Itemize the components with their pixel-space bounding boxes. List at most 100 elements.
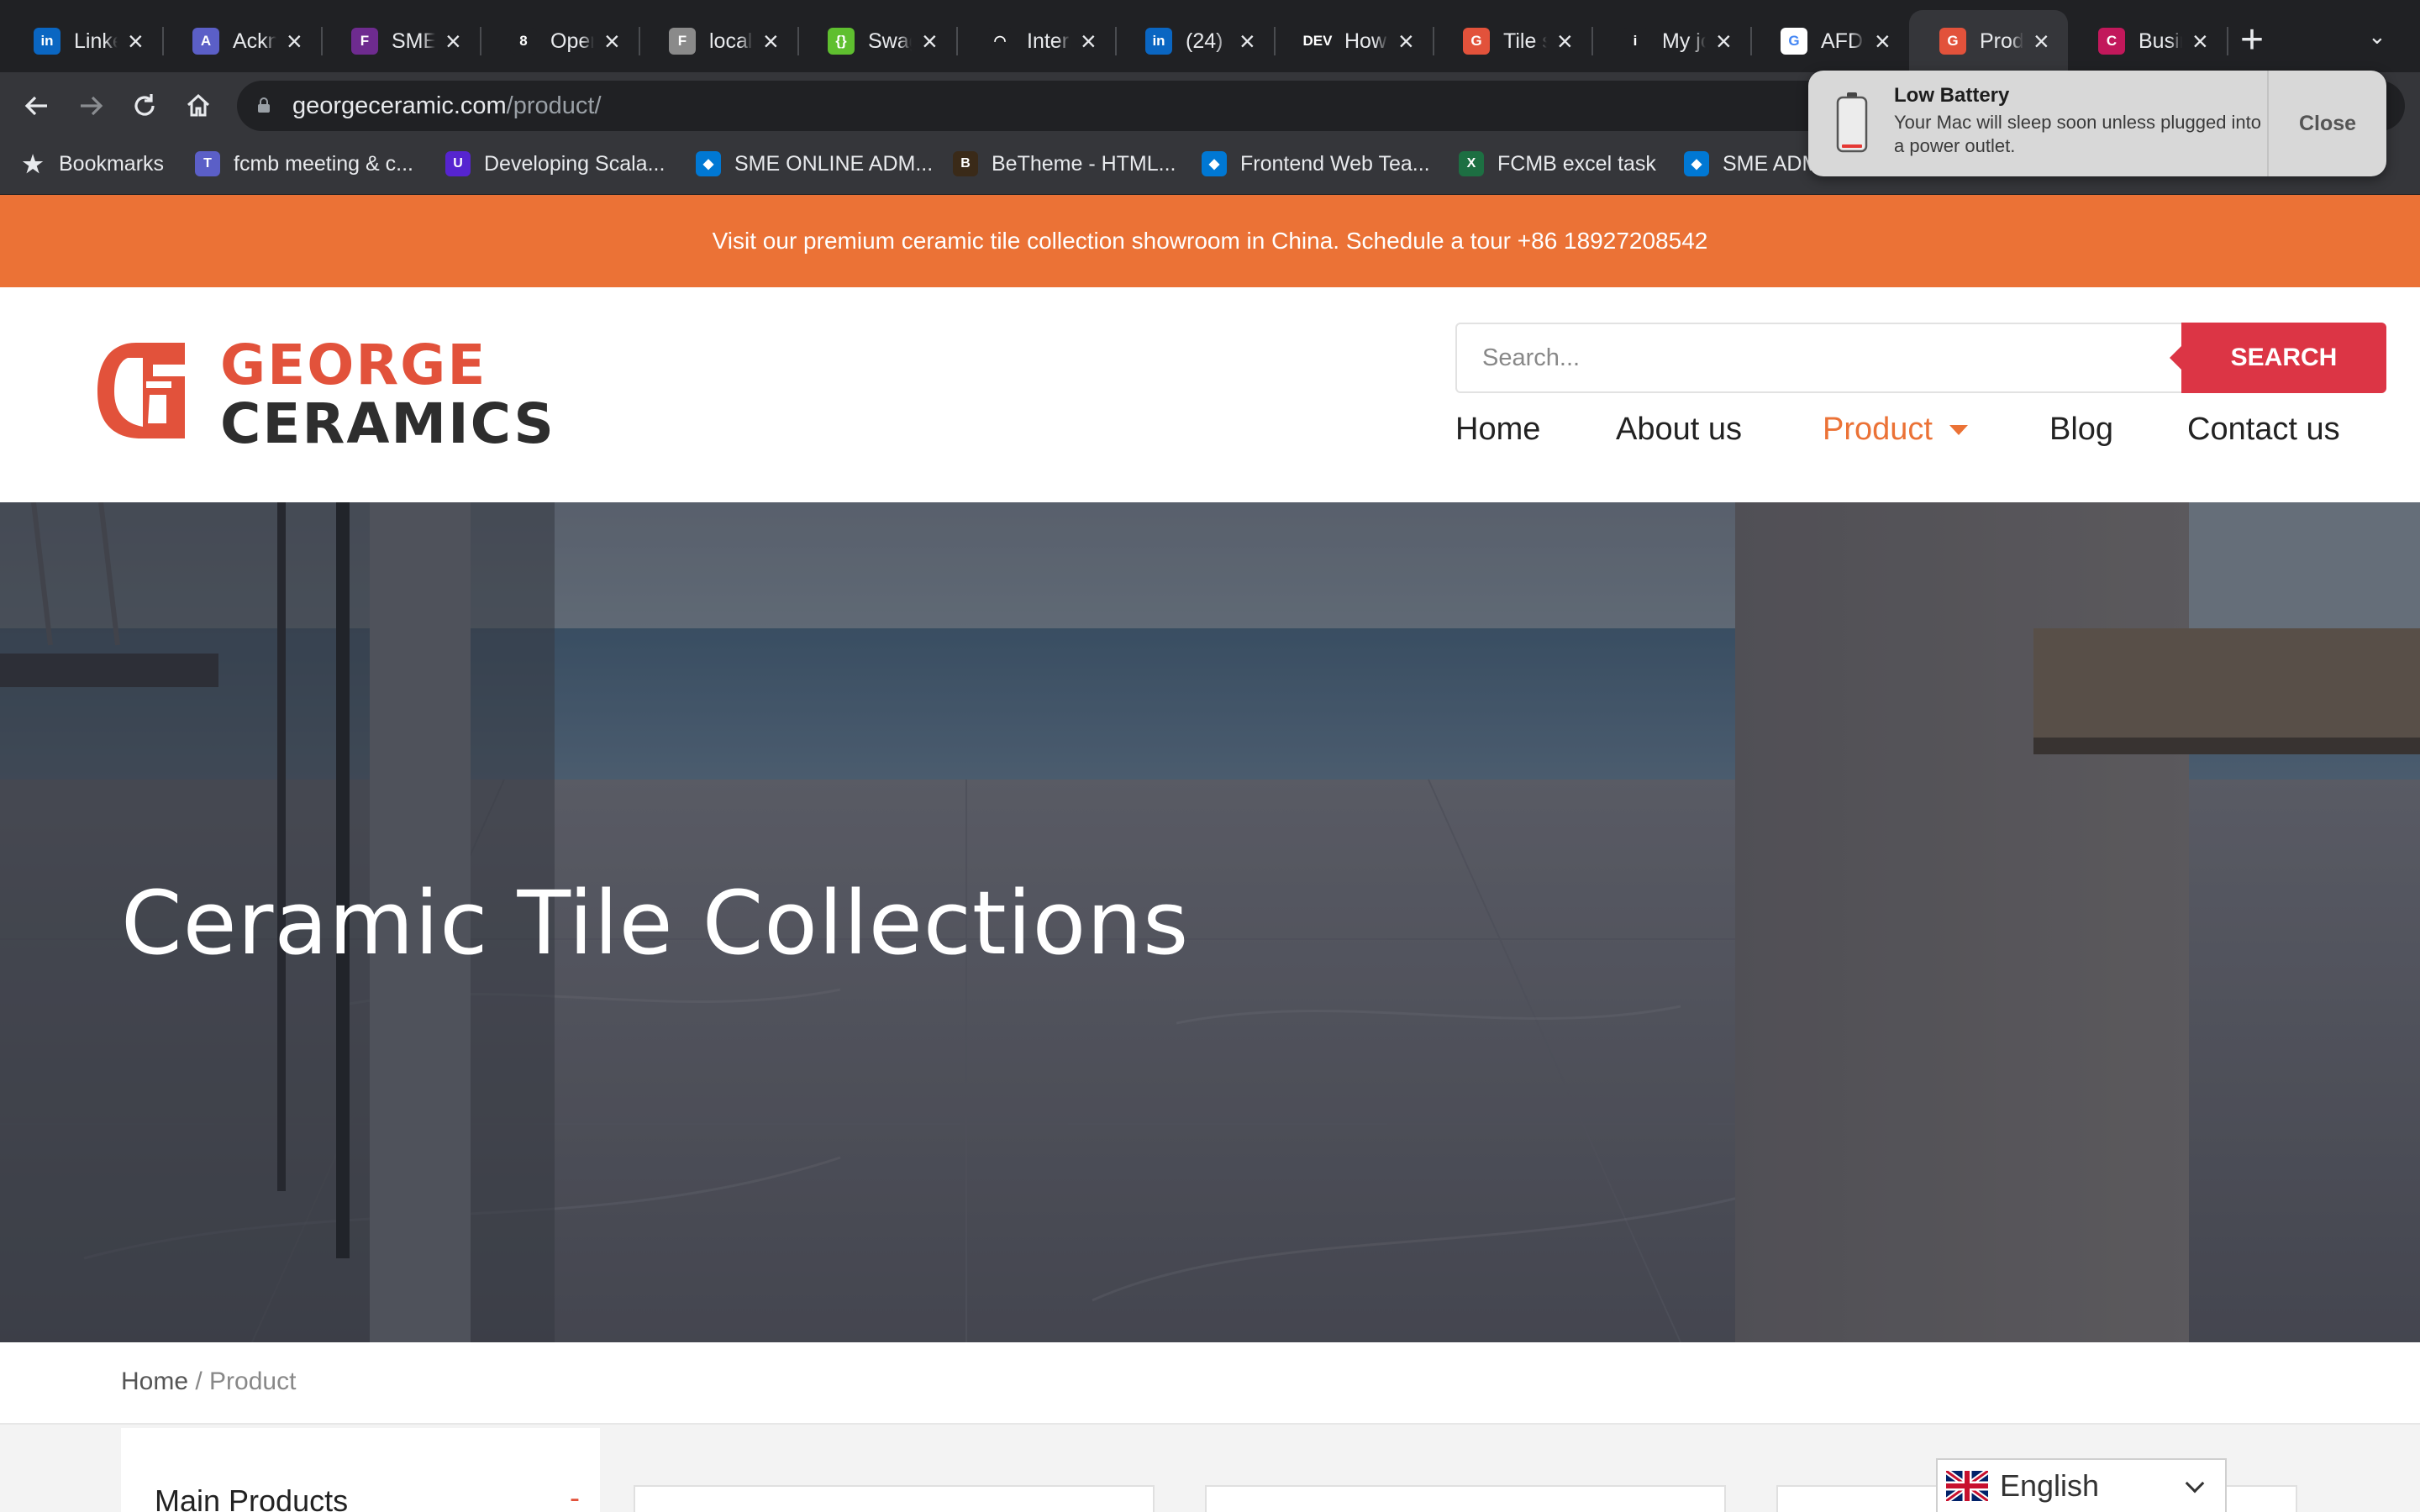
- browser-tab[interactable]: G AFDC ×: [1750, 10, 1909, 72]
- breadcrumb-current: Product: [209, 1368, 297, 1395]
- home-icon: [187, 93, 210, 117]
- bookmark-label: SME ONLINE ADM...: [734, 151, 934, 176]
- george-ceramics-logo-icon[interactable]: [94, 339, 188, 442]
- close-tab-icon[interactable]: ×: [1555, 26, 1575, 57]
- tab-search-chevron-icon[interactable]: ⌄: [2368, 24, 2386, 50]
- site-header: GEORGE CERAMICS SEARCH Home About us Pro…: [0, 287, 2420, 502]
- product-card[interactable]: [1205, 1485, 1726, 1512]
- close-tab-icon[interactable]: ×: [1714, 26, 1733, 57]
- close-tab-icon[interactable]: ×: [1873, 26, 1892, 57]
- close-tab-icon[interactable]: ×: [126, 26, 145, 57]
- browser-tab[interactable]: ◠ Internet ×: [956, 10, 1117, 72]
- browser-tab[interactable]: in LinkedIn ×: [3, 10, 164, 72]
- george-ceramics-icon: G: [1939, 28, 1966, 55]
- forward-arrow-icon: [81, 96, 103, 116]
- browser-tab[interactable]: G Tile s ×: [1433, 10, 1593, 72]
- reload-button[interactable]: [124, 86, 165, 126]
- bookmark-item[interactable]: Tfcmb meeting & c...: [195, 151, 413, 176]
- close-tab-icon[interactable]: ×: [285, 26, 304, 57]
- close-tab-icon[interactable]: ×: [761, 26, 781, 57]
- teams-icon: T: [195, 151, 220, 176]
- back-arrow-icon: [24, 96, 47, 116]
- browser-tab[interactable]: Flocalhost ×: [639, 10, 799, 72]
- close-tab-icon[interactable]: ×: [1238, 26, 1257, 57]
- sidebar-collapse-toggle[interactable]: -: [570, 1480, 580, 1512]
- site-search-input[interactable]: [1482, 339, 2154, 376]
- browser-tab-title: Swagger: [868, 29, 912, 53]
- browser-tab[interactable]: in (24) LinkedIn ×: [1115, 10, 1276, 72]
- lock-icon: [258, 97, 270, 113]
- bookmark-item[interactable]: B BeTheme - HTML...: [953, 151, 1176, 176]
- close-tab-icon[interactable]: ×: [2032, 26, 2051, 57]
- close-tab-icon[interactable]: ×: [1079, 26, 1098, 57]
- nav-blog[interactable]: Blog: [2049, 412, 2113, 448]
- betheme-icon: B: [953, 151, 978, 176]
- tab-separator: [2227, 27, 2228, 55]
- language-selector[interactable]: English: [1936, 1458, 2227, 1512]
- close-tab-icon[interactable]: ×: [920, 26, 939, 57]
- close-tab-icon[interactable]: ×: [2191, 26, 2210, 57]
- nav-product-label: Product: [1823, 412, 1933, 447]
- reload-icon: [134, 94, 155, 116]
- site-search-button[interactable]: SEARCH: [2170, 323, 2386, 393]
- bookmarks-menu[interactable]: ★ Bookmarks: [20, 151, 164, 177]
- browser-tab-title: How: [1344, 29, 1387, 53]
- browser-tab-title: SME admin: [392, 29, 435, 53]
- language-label: English: [2000, 1468, 2100, 1503]
- back-button[interactable]: [17, 86, 57, 126]
- browser-tab[interactable]: {} Swagger ×: [797, 10, 958, 72]
- breadcrumb-bar: Home / Product: [0, 1342, 2420, 1425]
- url-text: georgeceramic.com/product/: [292, 92, 602, 119]
- bookmark-label: Frontend Web Tea...: [1240, 151, 1430, 176]
- george-ceramics-icon: G: [1463, 28, 1490, 55]
- browser-tab[interactable]: i My jobs ×: [1591, 10, 1752, 72]
- breadcrumb-separator: /: [188, 1368, 210, 1395]
- browser-tab-title: Tile s: [1503, 29, 1547, 53]
- browser-tab[interactable]: DEV How ×: [1274, 10, 1434, 72]
- close-tab-icon[interactable]: ×: [444, 26, 463, 57]
- new-tab-button[interactable]: +: [2235, 18, 2269, 62]
- forward-button[interactable]: [71, 86, 111, 126]
- browser-tab[interactable]: A Acknowledgement ×: [162, 10, 323, 72]
- browser-tab-title: LinkedIn: [74, 29, 118, 53]
- bookmark-item[interactable]: X FCMB excel task: [1459, 151, 1656, 176]
- azure-devops-icon: ◆: [1684, 151, 1709, 176]
- linkedin-icon: in: [34, 28, 60, 55]
- close-tab-icon[interactable]: ×: [1397, 26, 1416, 57]
- browser-tab[interactable]: C Business ×: [2068, 10, 2228, 72]
- chevron-down-icon: [2185, 1473, 2205, 1494]
- browser-tab[interactable]: F SME admin ×: [321, 10, 481, 72]
- bookmark-label: FCMB excel task: [1497, 151, 1656, 176]
- close-tab-icon[interactable]: ×: [602, 26, 622, 57]
- browser-tab[interactable]: 8 OpenAPI ×: [480, 10, 640, 72]
- nav-home[interactable]: Home: [1455, 412, 1540, 448]
- logo-wordmark[interactable]: GEORGE CERAMICS: [220, 336, 555, 454]
- notification-title: Low Battery: [1894, 84, 2010, 107]
- logo-line-ceramics: CERAMICS: [220, 391, 555, 456]
- logo-line-george: GEORGE: [220, 333, 487, 397]
- notification-close-button[interactable]: Close: [2269, 71, 2386, 176]
- home-button[interactable]: [178, 86, 218, 126]
- browser-tab[interactable]: G Products ×: [1909, 10, 2068, 72]
- bookmark-item[interactable]: ◆ SME ONLINE ADM...: [696, 151, 933, 176]
- battery-icon: [1836, 92, 1868, 153]
- bookmark-item[interactable]: ◆ SME ADM: [1684, 151, 1819, 176]
- nav-product[interactable]: Product: [1823, 412, 1968, 448]
- azure-devops-icon: ◆: [696, 151, 721, 176]
- star-icon: ★: [20, 151, 45, 177]
- browser-tab-title: Acknowledgement: [233, 29, 276, 53]
- browser-tab-title: AFDC: [1821, 29, 1865, 53]
- bookmark-label: fcmb meeting & c...: [234, 151, 413, 176]
- nav-about-us[interactable]: About us: [1616, 412, 1742, 448]
- product-card[interactable]: [634, 1485, 1155, 1512]
- bookmark-item[interactable]: ◆ Frontend Web Tea...: [1202, 151, 1430, 176]
- low-battery-notification: Low Battery Your Mac will sleep soon unl…: [1808, 71, 2386, 176]
- bookmark-label: Developing Scala...: [484, 151, 666, 176]
- browser-tab-strip: + ⌄ in LinkedIn × A Acknowledgement × F SME adm…: [0, 0, 2420, 72]
- bookmark-label: BeTheme - HTML...: [992, 151, 1176, 176]
- bookmark-item[interactable]: U Developing Scala...: [445, 151, 665, 176]
- sidebar-title: Main Products: [155, 1483, 349, 1512]
- browser-tab-title: localhost: [709, 29, 753, 53]
- breadcrumb-home-link[interactable]: Home: [121, 1368, 188, 1395]
- nav-contact-us[interactable]: Contact us: [2187, 412, 2340, 448]
